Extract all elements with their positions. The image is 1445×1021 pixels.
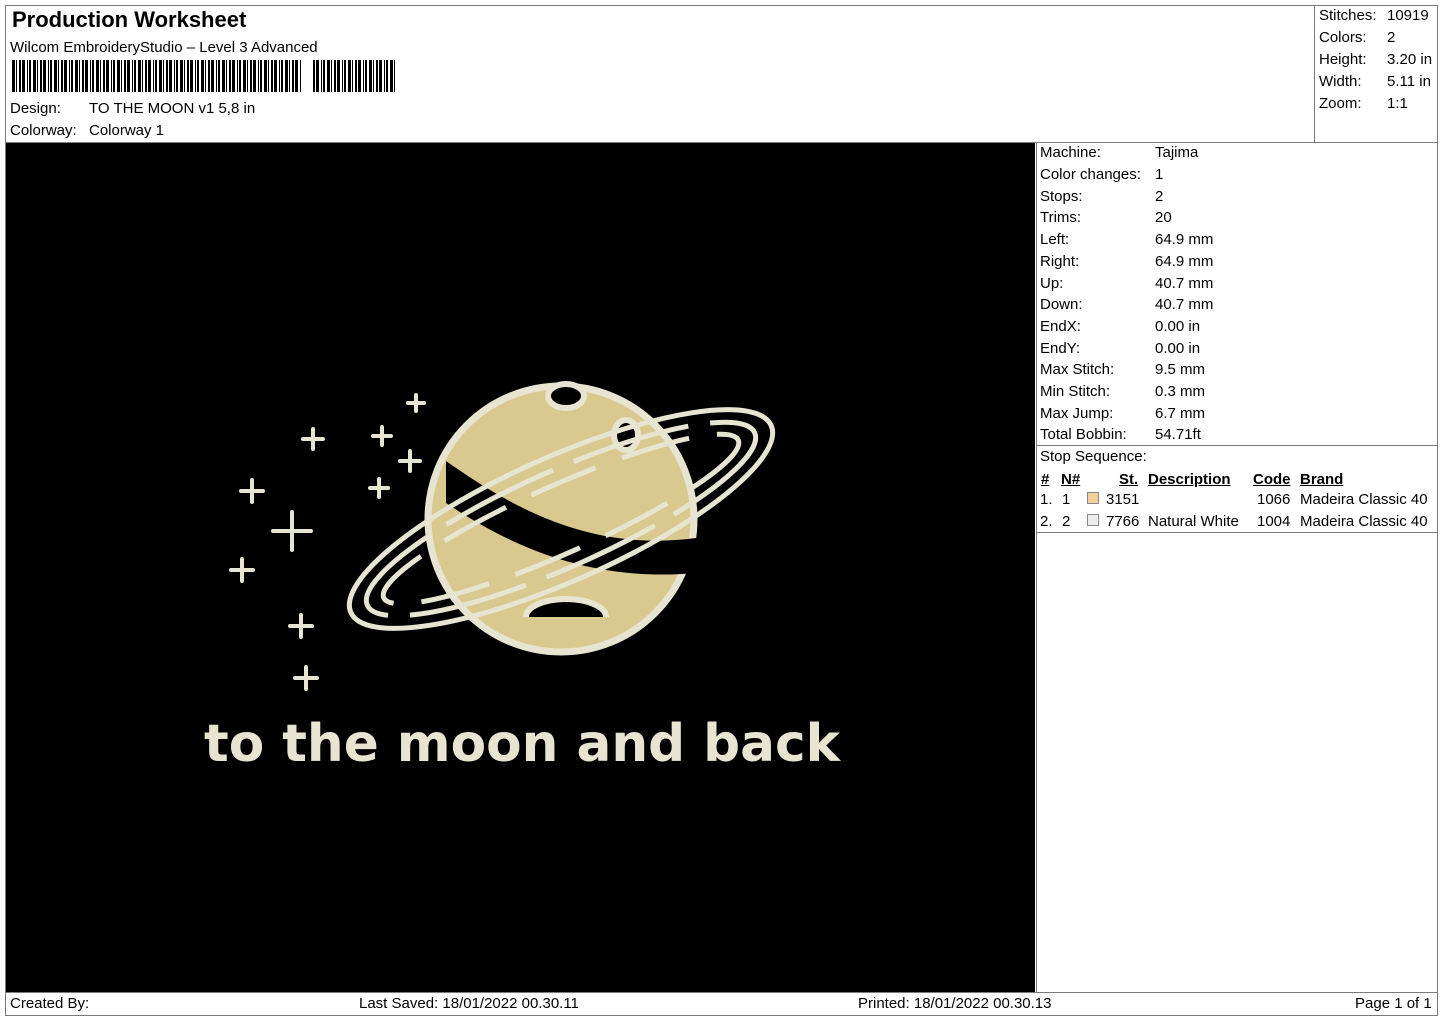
endy-value: 0.00 in xyxy=(1155,340,1201,357)
column-header-brand: Brand xyxy=(1300,471,1344,488)
max-jump-label: Max Jump: xyxy=(1040,405,1114,422)
last-saved: Last Saved: 18/01/2022 00.30.11 xyxy=(359,995,579,1012)
design-label: Design: xyxy=(10,100,61,117)
max-stitch-label: Max Stitch: xyxy=(1040,361,1115,378)
row-brand: Madeira Classic 40 xyxy=(1300,513,1428,530)
summary-value: 1:1 xyxy=(1387,95,1408,112)
design-value: TO THE MOON v1 5,8 in xyxy=(89,100,256,117)
thread-color-swatch xyxy=(1087,514,1099,526)
column-header-description: Description xyxy=(1148,471,1231,488)
trims-label: Trims: xyxy=(1040,209,1082,226)
column-header-index: # xyxy=(1041,471,1050,488)
stops-value: 2 xyxy=(1155,188,1164,205)
up-label: Up: xyxy=(1040,275,1064,292)
software-name: Wilcom EmbroideryStudio – Level 3 Advanc… xyxy=(10,39,318,56)
endy-label: EndY: xyxy=(1040,340,1081,357)
star xyxy=(293,665,319,691)
star xyxy=(371,425,393,447)
machine-label: Machine: xyxy=(1040,144,1101,161)
trims-value: 20 xyxy=(1155,209,1172,226)
stop-table-bottom xyxy=(1036,532,1438,533)
star xyxy=(229,557,255,583)
column-header-code: Code xyxy=(1253,471,1291,488)
stops-label: Stops: xyxy=(1040,188,1083,205)
column-header-stitches: St. xyxy=(1119,471,1139,488)
star xyxy=(398,449,422,473)
max-stitch-value: 9.5 mm xyxy=(1155,361,1206,378)
min-stitch-value: 0.3 mm xyxy=(1155,383,1206,400)
footer-divider xyxy=(5,992,1438,993)
left-value: 64.9 mm xyxy=(1155,231,1214,248)
embroidery-text: to the moon and back xyxy=(204,714,841,774)
total-bobbin-value: 54.71ft xyxy=(1155,426,1201,443)
summary-label: Height: xyxy=(1319,51,1367,68)
colorway-label: Colorway: xyxy=(10,122,77,139)
total-bobbin-label: Total Bobbin: xyxy=(1040,426,1127,443)
stop-sequence-title: Stop Sequence: xyxy=(1040,448,1147,465)
colorway-value: Colorway 1 xyxy=(89,122,165,139)
summary-label: Stitches: xyxy=(1319,7,1377,24)
star xyxy=(288,613,314,639)
row-needle: 2 xyxy=(1062,513,1071,530)
row-brand: Madeira Classic 40 xyxy=(1300,491,1428,508)
summary-label: Width: xyxy=(1319,73,1362,90)
star xyxy=(301,427,325,451)
machine-value: Tajima xyxy=(1155,144,1199,161)
printed-date: Printed: 18/01/2022 00.30.13 xyxy=(858,995,1052,1012)
left-label: Left: xyxy=(1040,231,1070,248)
design-preview: to the moon and back xyxy=(6,143,1035,992)
row-code: 1004 xyxy=(1257,513,1291,530)
right-value: 64.9 mm xyxy=(1155,253,1214,270)
up-value: 40.7 mm xyxy=(1155,275,1214,292)
row-description: Natural White xyxy=(1148,513,1239,530)
down-value: 40.7 mm xyxy=(1155,296,1214,313)
row-stitches: 3151 xyxy=(1106,491,1140,508)
star xyxy=(406,393,426,413)
info-panel-divider xyxy=(1036,142,1037,993)
thread-color-swatch xyxy=(1087,492,1099,504)
barcode xyxy=(12,60,395,92)
summary-label: Colors: xyxy=(1319,29,1367,46)
row-stitches: 7766 xyxy=(1106,513,1140,530)
color-changes-label: Color changes: xyxy=(1040,166,1141,183)
star xyxy=(271,510,313,552)
stop-sequence-divider xyxy=(1036,445,1438,446)
min-stitch-label: Min Stitch: xyxy=(1040,383,1111,400)
row-needle: 1 xyxy=(1062,491,1071,508)
star xyxy=(239,478,265,504)
endx-value: 0.00 in xyxy=(1155,318,1201,335)
summary-label: Zoom: xyxy=(1319,95,1362,112)
page-title: Production Worksheet xyxy=(12,7,247,32)
row-index: 1. xyxy=(1040,491,1053,508)
summary-value: 10919 xyxy=(1387,7,1429,24)
summary-value: 3.20 in xyxy=(1387,51,1433,68)
max-jump-value: 6.7 mm xyxy=(1155,405,1206,422)
column-header-needle: N# xyxy=(1061,471,1081,488)
star xyxy=(368,477,390,499)
color-changes-value: 1 xyxy=(1155,166,1164,183)
down-label: Down: xyxy=(1040,296,1083,313)
endx-label: EndX: xyxy=(1040,318,1081,335)
created-by: Created By: xyxy=(10,995,90,1012)
row-index: 2. xyxy=(1040,513,1053,530)
planet-illustration xyxy=(346,381,776,656)
row-code: 1066 xyxy=(1257,491,1291,508)
right-label: Right: xyxy=(1040,253,1080,270)
summary-value: 2 xyxy=(1387,29,1396,46)
summary-value: 5.11 in xyxy=(1387,73,1431,90)
page-number: Page 1 of 1 xyxy=(1355,995,1432,1012)
summary-divider xyxy=(1314,5,1315,142)
